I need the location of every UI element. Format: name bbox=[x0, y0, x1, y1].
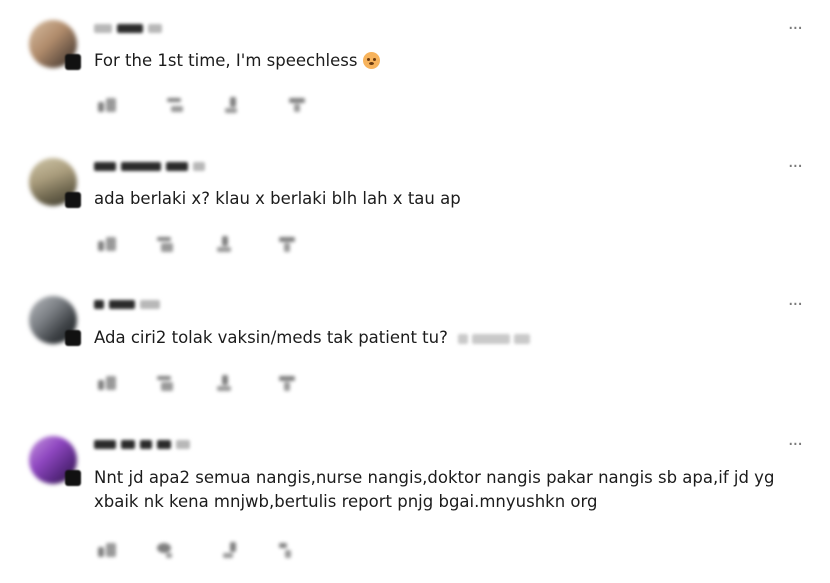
like-icon[interactable] bbox=[96, 235, 118, 253]
avatar[interactable] bbox=[29, 296, 81, 348]
author-name-redacted[interactable] bbox=[94, 438, 190, 450]
comment-text-content: For the 1st time, I'm speechless bbox=[94, 51, 358, 70]
comment-actions bbox=[94, 374, 324, 394]
share-icon[interactable] bbox=[220, 541, 242, 559]
flushed-face-emoji-icon bbox=[363, 52, 381, 69]
reaction-icon[interactable] bbox=[276, 541, 298, 559]
comment-text: ada berlaki x? klau x berlaki blh lah x … bbox=[94, 187, 806, 211]
more-options-icon[interactable]: ··· bbox=[788, 436, 803, 454]
like-icon[interactable] bbox=[96, 374, 118, 392]
avatar-badge-icon bbox=[65, 54, 81, 70]
like-icon[interactable] bbox=[96, 541, 118, 559]
share-icon[interactable] bbox=[222, 96, 244, 114]
comment-actions bbox=[94, 541, 324, 561]
more-options-icon[interactable]: ··· bbox=[788, 20, 803, 38]
avatar-badge-icon bbox=[65, 192, 81, 208]
author-name-redacted[interactable] bbox=[94, 160, 205, 172]
author-name-redacted[interactable] bbox=[94, 22, 162, 34]
more-options-icon[interactable]: ··· bbox=[788, 158, 803, 176]
avatar[interactable] bbox=[29, 20, 81, 72]
comment-text: For the 1st time, I'm speechless bbox=[94, 49, 806, 73]
comment-actions bbox=[94, 235, 324, 255]
comment-text: Nnt jd apa2 semua nangis,nurse nangis,do… bbox=[94, 466, 806, 514]
avatar-badge-icon bbox=[65, 330, 81, 346]
share-icon[interactable] bbox=[214, 374, 236, 392]
share-icon[interactable] bbox=[214, 235, 236, 253]
avatar-badge-icon bbox=[65, 470, 81, 486]
reply-icon[interactable] bbox=[154, 235, 176, 253]
redacted-tag bbox=[457, 333, 530, 344]
reply-icon[interactable] bbox=[154, 541, 176, 559]
avatar[interactable] bbox=[29, 436, 81, 488]
comment-text-content: Ada ciri2 tolak vaksin/meds tak patient … bbox=[94, 328, 448, 347]
more-options-icon[interactable]: ··· bbox=[788, 296, 803, 314]
like-icon[interactable] bbox=[96, 96, 118, 114]
reaction-icon[interactable] bbox=[286, 96, 308, 114]
reaction-icon[interactable] bbox=[276, 374, 298, 392]
comment-text: Ada ciri2 tolak vaksin/meds tak patient … bbox=[94, 326, 806, 350]
comment-text-content: Nnt jd apa2 semua nangis,nurse nangis,do… bbox=[94, 468, 775, 511]
reaction-icon[interactable] bbox=[276, 235, 298, 253]
reply-icon[interactable] bbox=[164, 96, 186, 114]
reply-icon[interactable] bbox=[154, 374, 176, 392]
avatar[interactable] bbox=[29, 158, 81, 210]
comment-feed: ··· For the 1st time, I'm speechless ···… bbox=[0, 0, 830, 583]
author-name-redacted[interactable] bbox=[94, 298, 160, 310]
comment-actions bbox=[94, 96, 324, 116]
comment-text-content: ada berlaki x? klau x berlaki blh lah x … bbox=[94, 189, 461, 208]
